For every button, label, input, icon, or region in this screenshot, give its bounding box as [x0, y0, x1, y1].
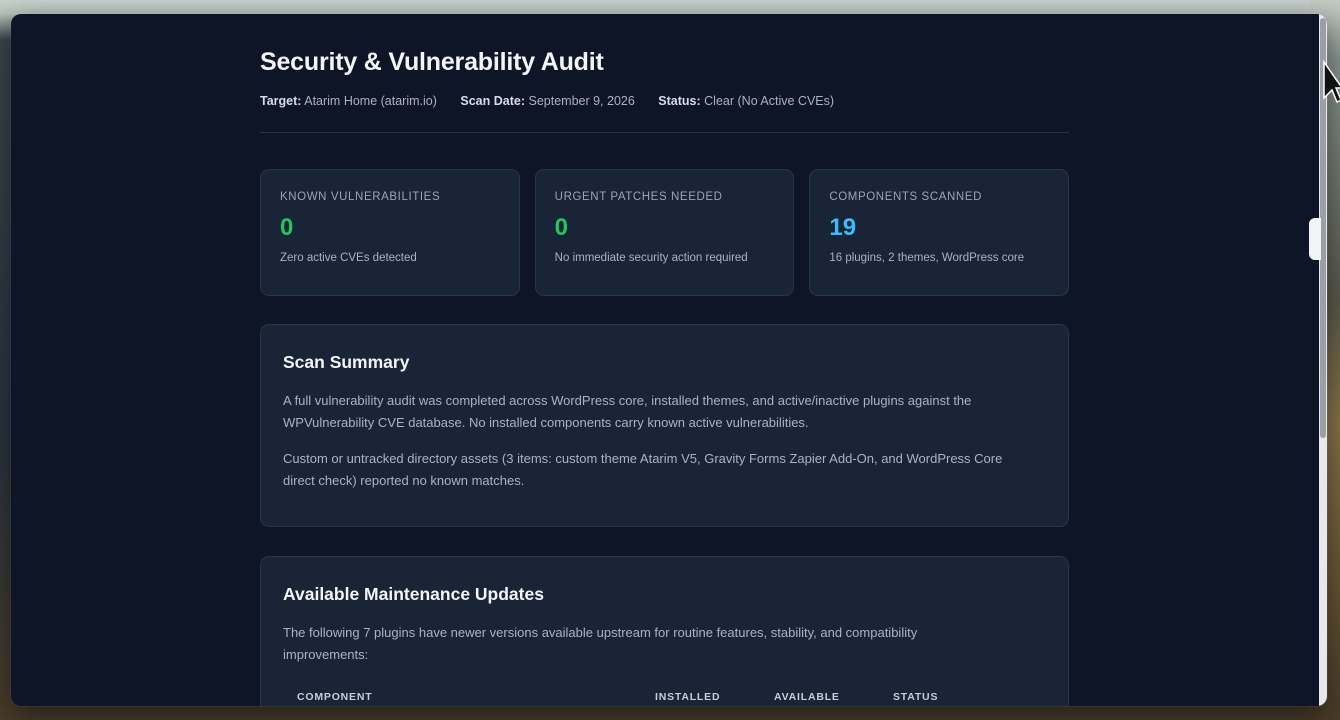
scan-summary-panel: Scan Summary A full vulnerability audit …: [260, 324, 1069, 527]
stat-desc: 16 plugins, 2 themes, WordPress core: [829, 252, 1025, 264]
stat-card-components-scanned: COMPONENTS SCANNED 19 16 plugins, 2 them…: [809, 169, 1070, 296]
meta-scan-date-label: Scan Date:: [460, 94, 525, 108]
stat-label: KNOWN VULNERABILITIES: [280, 191, 441, 203]
stats-row: KNOWN VULNERABILITIES 0 Zero active CVEs…: [260, 169, 1070, 296]
updates-table-header: COMPONENT INSTALLED AVAILABLE STATUS: [283, 691, 1047, 706]
maintenance-updates-heading: Available Maintenance Updates: [283, 584, 544, 604]
meta-scan-date: Scan Date: September 9, 2026: [460, 94, 638, 108]
meta-scan-date-value: September 9, 2026: [528, 94, 635, 108]
meta-target-label: Target:: [260, 94, 302, 108]
column-header-installed: INSTALLED: [655, 691, 721, 703]
stat-desc: Zero active CVEs detected: [280, 252, 417, 264]
scan-summary-paragraph-2: Custom or untracked directory assets (3 …: [283, 451, 1003, 488]
stat-label: COMPONENTS SCANNED: [829, 191, 982, 203]
report-meta: Target: Atarim Home (atarim.io) Scan Dat…: [260, 94, 854, 108]
vertical-scrollbar[interactable]: [1319, 14, 1327, 706]
column-header-available: AVAILABLE: [774, 691, 840, 703]
meta-status-label: Status:: [658, 94, 701, 108]
maintenance-updates-intro: The following 7 plugins have newer versi…: [283, 625, 918, 662]
stat-value: 0: [280, 214, 294, 241]
mouse-pointer-icon: [1323, 60, 1340, 104]
meta-status: Status: Clear (No Active CVEs): [658, 94, 834, 108]
scan-summary-heading: Scan Summary: [283, 352, 410, 372]
side-panel-handle[interactable]: [1309, 218, 1321, 260]
stat-desc: No immediate security action required: [554, 252, 748, 264]
stat-value: 19: [829, 214, 857, 241]
column-header-status: STATUS: [893, 691, 939, 703]
stat-card-known-vulnerabilities: KNOWN VULNERABILITIES 0 Zero active CVEs…: [260, 169, 520, 296]
meta-target: Target: Atarim Home (atarim.io): [260, 94, 440, 108]
meta-status-value: Clear (No Active CVEs): [704, 94, 835, 108]
page-title: Security & Vulnerability Audit: [260, 48, 604, 76]
browser-window: Security & Vulnerability Audit Target: A…: [11, 14, 1327, 706]
scan-summary-paragraph-1: A full vulnerability audit was completed…: [283, 393, 972, 430]
stat-value: 0: [554, 214, 569, 241]
header-divider: [260, 132, 1069, 133]
stat-card-urgent-patches: URGENT PATCHES NEEDED 0 No immediate sec…: [534, 169, 795, 296]
maintenance-updates-panel: Available Maintenance Updates The follow…: [260, 556, 1069, 706]
column-header-component: COMPONENT: [297, 691, 373, 703]
stat-label: URGENT PATCHES NEEDED: [554, 191, 723, 203]
meta-target-value: Atarim Home (atarim.io): [304, 94, 437, 108]
